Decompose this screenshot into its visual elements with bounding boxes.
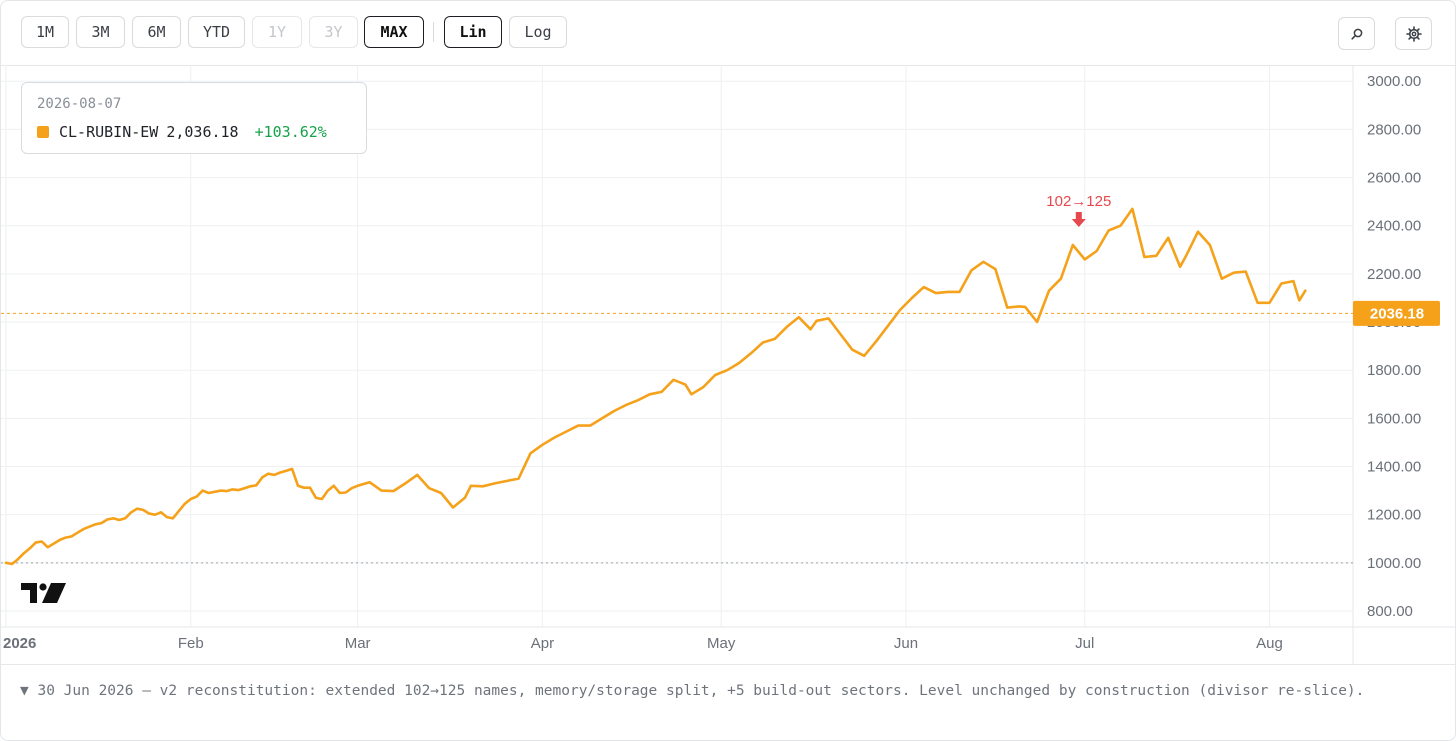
toolbar: 1M 3M 6M YTD 1Y 3Y MAX Lin Log — [1, 1, 1455, 66]
legend-value: 2,036.18 — [166, 123, 239, 141]
last-value-label: 2036.18 — [1370, 305, 1424, 322]
legend-date: 2026-08-07 — [37, 96, 122, 112]
y-tick-label: 2400.00 — [1367, 218, 1421, 235]
price-axis: 800.00 1000.00 1200.00 1400.00 1600.00 1800.0… — [1367, 73, 1421, 620]
scale-log-button[interactable]: Log — [509, 16, 567, 48]
x-tick-label: Mar — [345, 635, 371, 652]
y-tick-label: 2200.00 — [1367, 266, 1421, 283]
annotation-arrow-icon — [1071, 212, 1086, 227]
series-line — [4, 207, 1307, 566]
reconstitution-note[interactable]: ▼ 30 Jun 2026 — v2 reconstitution: exten… — [20, 677, 1440, 705]
legend-series-name: CL-RUBIN-EW — [59, 123, 159, 141]
y-tick-label: 3000.00 — [1367, 73, 1421, 90]
range-1y-button[interactable]: 1Y — [252, 16, 302, 48]
range-1m-button[interactable]: 1M — [21, 16, 69, 48]
y-tick-label: 1200.00 — [1367, 507, 1421, 524]
last-value-tag: 2036.18 — [1353, 300, 1440, 326]
legend-swatch — [37, 126, 49, 138]
y-tick-label: 2800.00 — [1367, 121, 1421, 138]
y-tick-label: 2600.00 — [1367, 170, 1421, 187]
settings-button[interactable] — [1395, 17, 1432, 50]
search-button[interactable] — [1338, 17, 1375, 50]
legend-change: +103.62% — [254, 123, 327, 141]
footer: ▼ 30 Jun 2026 — v2 reconstitution: exten… — [1, 664, 1455, 740]
tradingview-logo — [21, 583, 66, 603]
annotation-label: 102→125 — [1046, 193, 1111, 210]
x-tick-label: 2026 — [3, 635, 36, 652]
range-3m-button[interactable]: 3M — [76, 16, 125, 48]
time-axis: 2026 Feb Mar Apr May Jun Jul Aug — [3, 635, 1283, 652]
chart-area[interactable]: 800.00 1000.00 1200.00 1400.00 1600.00 1800.0… — [1, 65, 1455, 664]
scale-linear-button[interactable]: Lin — [444, 16, 502, 48]
x-tick-label: Feb — [178, 635, 204, 652]
y-tick-label: 1800.00 — [1367, 362, 1421, 379]
range-6m-button[interactable]: 6M — [132, 16, 181, 48]
range-3y-button[interactable]: 3Y — [309, 16, 358, 48]
annotation: 102→125 — [1046, 193, 1111, 227]
y-tick-label: 1000.00 — [1367, 555, 1421, 572]
y-tick-label: 1400.00 — [1367, 459, 1421, 476]
range-max-button[interactable]: MAX — [364, 16, 424, 48]
x-tick-label: Apr — [531, 635, 554, 652]
toolbar-divider — [433, 22, 434, 42]
x-tick-label: Jun — [894, 635, 918, 652]
y-tick-label: 800.00 — [1367, 603, 1413, 620]
crosshair-legend: 2026-08-07 CL-RUBIN-EW 2,036.18 +103.62% — [21, 82, 367, 154]
gear-icon — [1405, 25, 1422, 42]
x-tick-label: May — [707, 635, 736, 652]
search-icon — [1350, 28, 1362, 40]
y-tick-label: 1600.00 — [1367, 410, 1421, 427]
x-tick-label: Jul — [1075, 635, 1094, 652]
legend-row: CL-RUBIN-EW 2,036.18 +103.62% — [37, 123, 327, 141]
x-tick-label: Aug — [1256, 635, 1283, 652]
range-ytd-button[interactable]: YTD — [188, 16, 245, 48]
chart-widget: 1M 3M 6M YTD 1Y 3Y MAX Lin Log 800.00 10… — [0, 0, 1456, 741]
